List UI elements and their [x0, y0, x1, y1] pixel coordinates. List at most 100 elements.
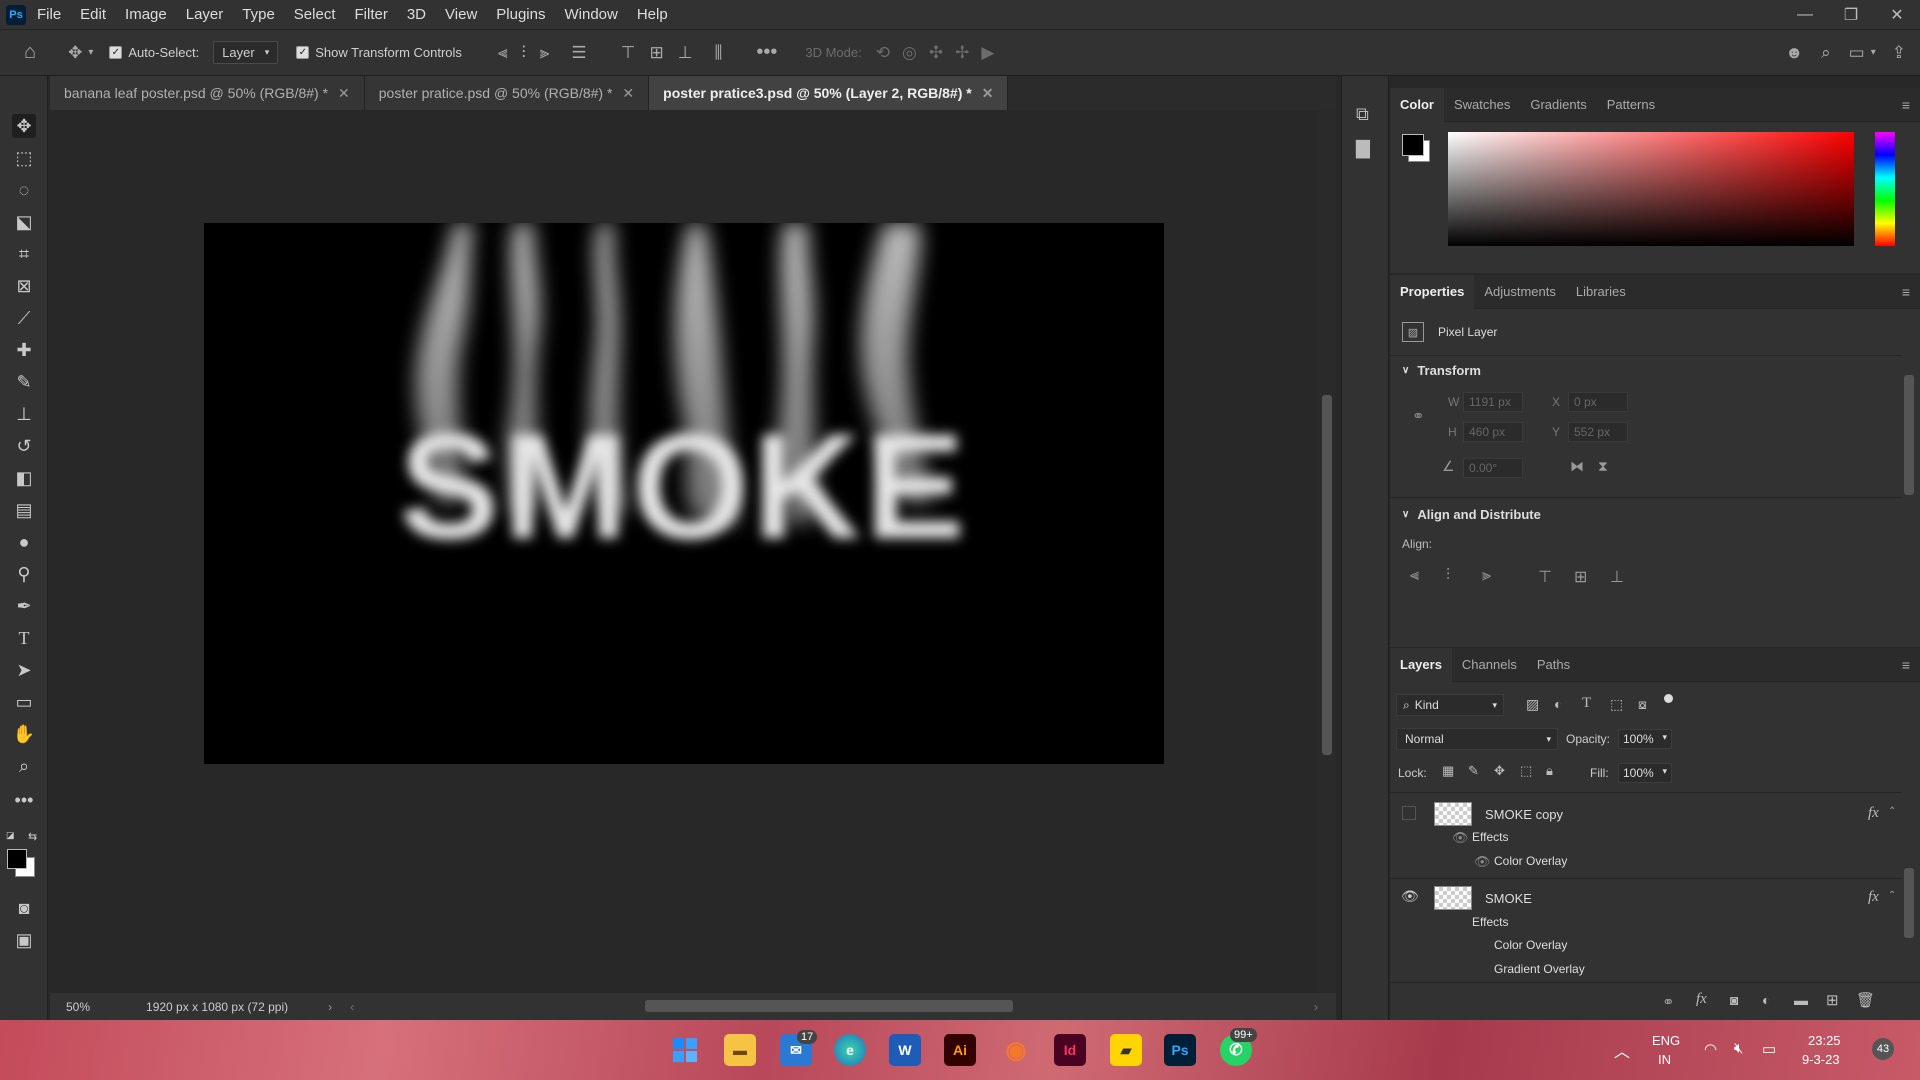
align-middle-icon[interactable]: ⊞: [649, 43, 663, 63]
lock-all-icon[interactable]: 🔒︎: [1546, 763, 1553, 779]
brush-tool-icon[interactable]: ✎: [12, 370, 36, 394]
layers-scroll-thumb[interactable]: [1904, 868, 1914, 938]
menu-3d[interactable]: 3D: [407, 6, 426, 23]
history-brush-tool-icon[interactable]: ↺: [12, 434, 36, 458]
distribute-icon[interactable]: ☰: [571, 43, 586, 63]
panel-menu-icon[interactable]: ≡: [1902, 97, 1910, 113]
path-select-tool-icon[interactable]: ➤: [12, 658, 36, 682]
filter-adjustment-icon[interactable]: ◐: [1554, 696, 1562, 712]
filter-type-icon[interactable]: T: [1582, 695, 1591, 712]
frame-tool-icon[interactable]: ⊠: [12, 274, 36, 298]
menu-plugins[interactable]: Plugins: [496, 6, 545, 23]
tab-gradients[interactable]: Gradients: [1520, 88, 1596, 122]
fill-field[interactable]: 100% ▾: [1618, 763, 1672, 783]
eraser-tool-icon[interactable]: ◧: [12, 466, 36, 490]
minimize-icon[interactable]: —: [1782, 0, 1828, 29]
scroll-left-icon[interactable]: ‹: [350, 1000, 354, 1014]
sticky-notes-icon[interactable]: ▰: [1110, 1034, 1142, 1066]
foreground-color-swatch[interactable]: [7, 849, 27, 869]
new-layer-icon[interactable]: ⊞: [1826, 991, 1839, 1009]
edge-browser-icon[interactable]: e: [834, 1034, 866, 1066]
layer-name[interactable]: SMOKE copy: [1485, 807, 1563, 822]
stamp-tool-icon[interactable]: ⊥: [12, 402, 36, 426]
filter-kind-dropdown[interactable]: ⌕ Kind ▾: [1396, 694, 1504, 716]
default-colors-icon[interactable]: ◪: [6, 830, 15, 841]
lock-position-icon[interactable]: ✥: [1494, 763, 1505, 779]
new-group-icon[interactable]: ▬: [1794, 992, 1808, 1008]
blend-mode-dropdown[interactable]: Normal ▾: [1396, 728, 1558, 750]
chevron-down-icon[interactable]: ▾: [1871, 47, 1876, 58]
tab-paths[interactable]: Paths: [1527, 648, 1580, 682]
tab-banana-leaf[interactable]: banana leaf poster.psd @ 50% (RGB/8#) * ✕: [50, 76, 365, 110]
tab-poster-pratice[interactable]: poster pratice.psd @ 50% (RGB/8#) * ✕: [364, 76, 650, 110]
add-style-icon[interactable]: fx: [1696, 991, 1707, 1008]
visibility-off-box[interactable]: [1402, 806, 1416, 820]
menu-filter[interactable]: Filter: [355, 6, 388, 23]
tab-layers[interactable]: Layers: [1390, 647, 1452, 682]
clock-time[interactable]: 23:25: [1808, 1033, 1841, 1048]
layer-row-smoke-copy[interactable]: SMOKE copy fx ⌃ 👁︎ Effects 👁︎ Color Over…: [1390, 796, 1902, 878]
fx-icon[interactable]: fx: [1868, 805, 1879, 822]
chevron-down-icon[interactable]: ▾: [88, 47, 93, 58]
quick-mask-icon[interactable]: ◙: [12, 896, 36, 920]
align-right-icon[interactable]: ⫸: [1482, 567, 1491, 585]
hue-slider[interactable]: [1875, 132, 1895, 246]
more-tools-icon[interactable]: •••: [12, 788, 36, 812]
photoshop-taskbar-icon[interactable]: Ps: [1164, 1034, 1196, 1066]
vertical-scroll-thumb[interactable]: [1322, 395, 1332, 755]
word-icon[interactable]: W: [889, 1034, 921, 1066]
layer-row-smoke[interactable]: 👁︎ SMOKE fx ⌃ Effects Color Overlay Grad…: [1390, 880, 1902, 980]
illustrator-icon[interactable]: Ai: [944, 1034, 976, 1066]
lock-pixels-icon[interactable]: ✎: [1468, 763, 1479, 779]
share-icon[interactable]: ⇪: [1892, 43, 1906, 63]
align-section-header[interactable]: ∨ Align and Distribute: [1402, 507, 1541, 522]
move-tool-icon[interactable]: ✥: [68, 43, 82, 63]
align-center-icon[interactable]: ⫶: [522, 43, 526, 63]
fx-icon[interactable]: fx: [1868, 889, 1879, 906]
more-options-icon[interactable]: •••: [756, 41, 777, 64]
tab-properties[interactable]: Properties: [1390, 274, 1475, 309]
close-icon[interactable]: ✕: [338, 85, 350, 102]
tab-channels[interactable]: Channels: [1452, 648, 1527, 682]
home-icon[interactable]: ⌂: [24, 41, 36, 64]
pen-tool-icon[interactable]: ✒: [12, 594, 36, 618]
filter-toggle-icon[interactable]: [1664, 694, 1673, 703]
zoom-level[interactable]: 50%: [66, 1000, 90, 1014]
history-panel-icon[interactable]: ⧉: [1356, 104, 1369, 125]
close-icon[interactable]: ✕: [1874, 0, 1920, 29]
opacity-field[interactable]: 100% ▾: [1618, 729, 1672, 749]
windows-start-icon[interactable]: [669, 1034, 701, 1066]
mute-icon[interactable]: 🔇︎: [1734, 1040, 1743, 1057]
rectangle-tool-icon[interactable]: ▭: [12, 690, 36, 714]
dodge-tool-icon[interactable]: ⚲: [12, 562, 36, 586]
healing-brush-tool-icon[interactable]: ✚: [12, 338, 36, 362]
panel-menu-icon[interactable]: ≡: [1902, 657, 1910, 673]
chevron-up-icon[interactable]: ︿: [1614, 1038, 1630, 1062]
effect-gradient-overlay[interactable]: Gradient Overlay: [1494, 962, 1585, 976]
menu-layer[interactable]: Layer: [186, 6, 224, 23]
distribute-vertical-icon[interactable]: ⫼: [715, 43, 723, 63]
menu-edit[interactable]: Edit: [80, 6, 106, 23]
chevron-right-icon[interactable]: ›: [328, 1000, 332, 1014]
effect-color-overlay[interactable]: Color Overlay: [1494, 938, 1567, 952]
menu-file[interactable]: File: [37, 6, 61, 23]
align-right-icon[interactable]: ⫸: [540, 43, 550, 63]
align-center-icon[interactable]: ⫶: [1446, 567, 1450, 585]
align-bottom-icon[interactable]: ⊥: [1610, 567, 1624, 587]
lock-artboard-icon[interactable]: ⬚: [1520, 763, 1532, 779]
properties-scroll-thumb[interactable]: [1904, 375, 1914, 495]
eyedropper-tool-icon[interactable]: ⟋: [12, 306, 36, 330]
comments-panel-icon[interactable]: ▇: [1356, 138, 1370, 159]
effect-color-overlay[interactable]: Color Overlay: [1494, 854, 1567, 868]
chevron-up-icon[interactable]: ⌃: [1888, 890, 1896, 901]
filter-smart-object-icon[interactable]: ⧇: [1638, 696, 1647, 713]
flip-horizontal-icon[interactable]: ⧓: [1570, 458, 1584, 475]
crop-tool-icon[interactable]: ⌗: [12, 242, 36, 266]
lasso-tool-icon[interactable]: ◌: [12, 178, 36, 202]
panel-menu-icon[interactable]: ≡: [1902, 284, 1910, 300]
wifi-icon[interactable]: ◠: [1704, 1040, 1717, 1058]
move-tool-icon[interactable]: ✥: [12, 114, 36, 138]
lock-transparency-icon[interactable]: ▦: [1442, 763, 1454, 779]
marquee-tool-icon[interactable]: ⬚: [12, 146, 36, 170]
close-icon[interactable]: ✕: [982, 85, 994, 102]
